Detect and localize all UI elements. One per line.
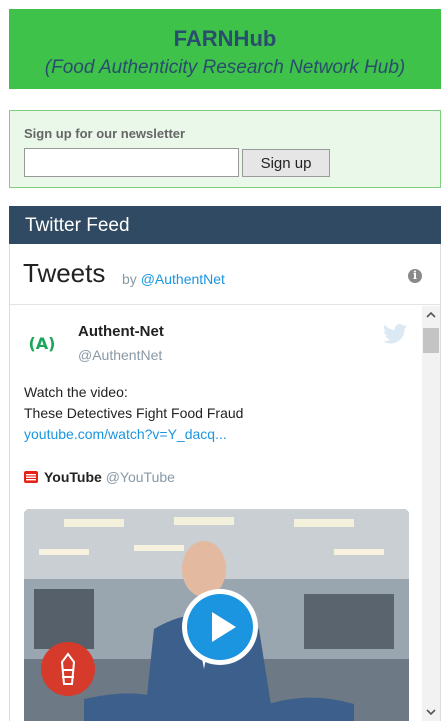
tweet-text: Watch the video: These Detectives Fight … bbox=[24, 382, 414, 445]
tweet-text-line: These Detectives Fight Food Fraud bbox=[24, 405, 244, 421]
tweet-scrollbar[interactable] bbox=[422, 306, 440, 721]
site-title: FARNHub bbox=[173, 26, 277, 51]
tweet: (A) Authent-Net @AuthentNet Watch the vi… bbox=[10, 306, 422, 721]
site-subtitle: (Food Authenticity Research Network Hub) bbox=[44, 57, 406, 78]
scroll-down-arrow-icon[interactable] bbox=[422, 703, 440, 721]
tweet-author-name[interactable]: Authent-Net bbox=[78, 323, 164, 340]
tweet-text-line: Watch the video: bbox=[24, 384, 128, 400]
site-header: FARNHub (Food Authenticity Research Netw… bbox=[9, 9, 441, 89]
scroll-up-arrow-icon[interactable] bbox=[422, 306, 440, 324]
widget-header: Tweets by @AuthentNet i bbox=[10, 244, 440, 305]
play-icon[interactable] bbox=[180, 587, 260, 667]
tweet-link[interactable]: youtube.com/watch?v=Y_dacq... bbox=[24, 424, 414, 445]
signup-button[interactable]: Sign up bbox=[242, 149, 330, 177]
card-source-name[interactable]: YouTube bbox=[44, 469, 102, 485]
newsletter-panel: Sign up for our newsletter Sign up bbox=[9, 110, 441, 188]
info-icon[interactable]: i bbox=[408, 269, 422, 283]
youtube-icon bbox=[24, 471, 38, 483]
twitter-feed-title: Twitter Feed bbox=[25, 215, 130, 236]
tweets-title: Tweets bbox=[23, 258, 106, 288]
tweet-author-handle[interactable]: @AuthentNet bbox=[78, 347, 162, 363]
tweets-handle-link[interactable]: @AuthentNet bbox=[141, 271, 225, 287]
scrollbar-thumb[interactable] bbox=[423, 328, 439, 353]
avatar[interactable]: (A) bbox=[24, 326, 60, 362]
newsletter-email-input[interactable] bbox=[24, 148, 239, 177]
card-source: YouTube @YouTube bbox=[24, 469, 175, 485]
tweets-by: by @AuthentNet bbox=[122, 271, 225, 287]
tweets-by-prefix: by bbox=[122, 271, 141, 287]
channel-logo-icon bbox=[41, 642, 95, 696]
twitter-feed-bar: Twitter Feed bbox=[9, 206, 441, 244]
video-thumbnail[interactable] bbox=[24, 509, 409, 721]
twitter-bird-icon[interactable] bbox=[383, 324, 407, 344]
twitter-widget: Tweets by @AuthentNet i (A) Authent-Net … bbox=[9, 244, 441, 721]
card-source-handle[interactable]: @YouTube bbox=[102, 469, 175, 485]
newsletter-label: Sign up for our newsletter bbox=[24, 126, 186, 141]
